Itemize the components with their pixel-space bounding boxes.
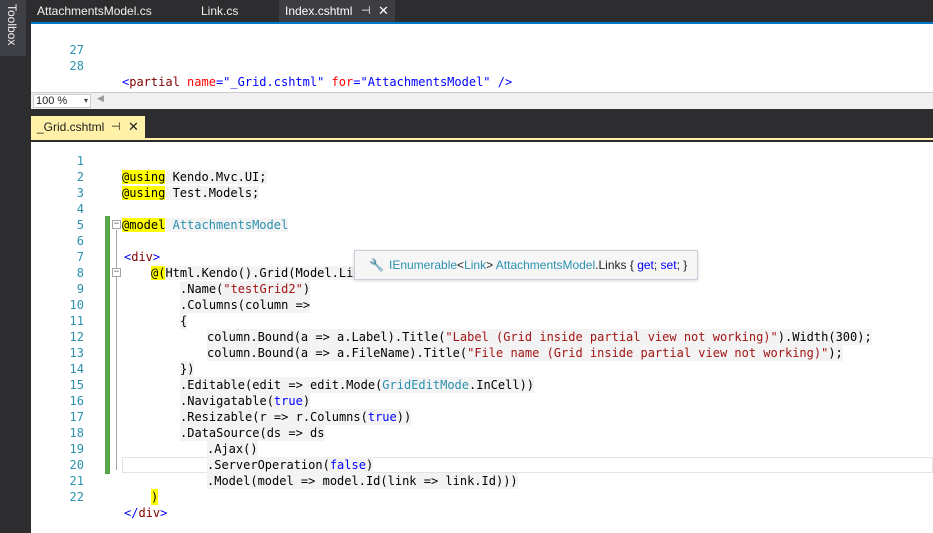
tab-link-cs[interactable]: Link.cs [195,0,279,22]
tab-label: AttachmentsModel.cs [37,4,152,18]
pin-icon[interactable]: ⊣ [111,116,121,138]
tooltip-type-arg: Link [464,258,487,272]
code-line: 19 .ServerOperation(false) [31,425,933,473]
code-line: 27 [31,26,933,57]
code-line: 17 .DataSource(ds => ds [31,393,933,441]
code-text: </div> [124,506,168,520]
tooltip-owner: AttachmentsModel [495,258,596,272]
code-line: 6 <div> [31,217,933,264]
code-line: 22 </div> [31,473,933,520]
line-number: 22 [69,490,84,504]
toolbox-tab[interactable]: Toolbox [0,0,26,56]
tab-label: Index.cshtml [285,4,353,18]
close-icon[interactable]: ✕ [378,0,389,22]
toolbox-label: Toolbox [5,4,19,46]
toolbox-strip: Toolbox [0,0,31,533]
close-icon[interactable]: ✕ [128,116,139,138]
splitter[interactable] [31,109,933,116]
tooltip-get: get [637,258,654,272]
tab-grid-cshtml[interactable]: _Grid.cshtml ⊣ ✕ [31,116,145,138]
code-line: 4 @model AttachmentsModel [31,185,933,232]
code-line: 3 [31,169,933,200]
code-line: 15 .Navigatable(true) [31,361,933,409]
code-line: 12 column.Bound(a => a.FileName).Title("… [31,313,933,361]
code-line: 20 .Model(model => model.Id(link => link… [31,441,933,489]
code-line: 5 [31,201,933,232]
tooltip-punct: ; } [676,258,688,272]
main-editor-pane[interactable]: − − 1 @using Kendo.Mvc.UI; 2 @using Test… [31,142,933,533]
tooltip-set: set [660,258,677,272]
tab-index-cshtml[interactable]: Index.cshtml ⊣ ✕ [279,0,395,22]
zoom-bar: 100 % ▾ ◀ [31,92,933,109]
tooltip-member: .Links { [595,258,638,272]
tooltip-punct: < [457,258,465,272]
code-line: 2 @using Test.Models; [31,153,933,200]
code-line: 10 { [31,281,933,329]
tab-label: Link.cs [201,4,239,18]
code-line: 11 column.Bound(a => a.Label).Title("Lab… [31,297,933,345]
code-line: 13 }) [31,329,933,377]
code-line: 16 .Resizable(r => r.Columns(true)) [31,377,933,425]
code-line: 18 .Ajax() [31,409,933,457]
line-number: 28 [69,59,84,73]
wrench-icon: 🔧 [369,258,384,272]
top-editor-pane[interactable]: 27 28 <partial name="_Grid.cshtml" for="… [31,24,933,92]
tooltip-punct: ; [653,258,661,272]
quick-info-tooltip: 🔧 IEnumerable<Link> AttachmentsModel.Link… [354,250,699,280]
zoom-dropdown[interactable]: 100 % ▾ [33,94,91,108]
scroll-left-icon[interactable]: ◀ [97,94,104,104]
code-line: 7 @(Html.Kendo().Grid(Model.Links) [31,233,933,280]
tooltip-type: IEnumerable [389,258,458,272]
tab-attachmentsmodel-cs[interactable]: AttachmentsModel.cs [31,0,195,22]
pin-icon[interactable]: ⊣ [361,0,371,22]
tab-label: _Grid.cshtml [37,120,105,134]
code-text: ) [151,489,159,505]
zoom-value: 100 % [36,95,68,107]
chevron-down-icon: ▾ [83,96,88,105]
top-tab-strip: AttachmentsModel.cs Link.cs Index.cshtml… [31,0,933,24]
code-line: 14 .Editable(edit => edit.Mode(GridEditM… [31,345,933,393]
code-line: 28 <partial name="_Grid.cshtml" for="Att… [31,42,933,89]
code-text: <partial name="_Grid.cshtml" for="Attach… [122,75,513,89]
code-line: 21 ) [31,457,933,505]
code-line: 1 @using Kendo.Mvc.UI; [31,137,933,184]
